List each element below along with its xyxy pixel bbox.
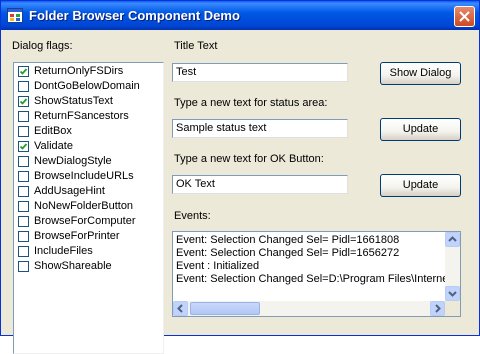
chevron-down-icon xyxy=(448,291,457,297)
checkbox[interactable] xyxy=(18,246,29,257)
event-line: Event: Selection Changed Sel=D:\Program … xyxy=(176,273,449,285)
ok-text-input[interactable]: OK Text xyxy=(172,175,348,194)
scroll-right-button[interactable] xyxy=(430,301,445,316)
horizontal-scroll-thumb[interactable] xyxy=(190,302,260,315)
checkmark-icon xyxy=(19,143,28,150)
update-status-button[interactable]: Update xyxy=(380,118,461,141)
checkbox[interactable] xyxy=(18,231,29,242)
window-icon xyxy=(7,8,23,23)
checkbox[interactable] xyxy=(18,156,29,167)
events-vertical-scrollbar[interactable] xyxy=(445,232,460,301)
checkbox[interactable] xyxy=(18,261,29,272)
flag-label: DontGoBelowDomain xyxy=(34,80,140,92)
checkbox[interactable] xyxy=(18,171,29,182)
scroll-down-button[interactable] xyxy=(445,286,460,301)
chevron-left-icon xyxy=(177,304,183,313)
flag-label: IncludeFiles xyxy=(34,245,93,257)
dialog-flags-label: Dialog flags: xyxy=(12,40,73,52)
flag-label: NewDialogStyle xyxy=(34,155,112,167)
flag-label: BrowseIncludeURLs xyxy=(34,170,134,182)
title-text-label: Title Text xyxy=(174,40,218,52)
title-bar[interactable]: Folder Browser Component Demo xyxy=(1,1,479,30)
app-window: Folder Browser Component Demo Dialog fla… xyxy=(0,0,480,354)
checkbox-checked[interactable] xyxy=(18,96,29,107)
flag-label: ShowShareable xyxy=(34,260,112,272)
flag-label: EditBox xyxy=(34,125,72,137)
status-text-label: Type a new text for status area: xyxy=(174,97,328,109)
checkbox[interactable] xyxy=(18,81,29,92)
close-icon xyxy=(459,11,470,22)
events-label: Events: xyxy=(174,210,211,222)
status-text-input[interactable]: Sample status text xyxy=(172,119,348,138)
flag-label: NoNewFolderButton xyxy=(34,200,134,212)
client-area: Dialog flags: ReturnOnlyFSDirs DontGoBelo… xyxy=(4,30,476,354)
flag-label: Validate xyxy=(34,140,73,152)
flag-label: ReturnOnlyFSDirs xyxy=(34,65,124,77)
checkbox[interactable] xyxy=(18,126,29,137)
flag-label: BrowseForPrinter xyxy=(34,230,120,242)
scroll-up-button[interactable] xyxy=(445,232,460,247)
close-button[interactable] xyxy=(454,6,475,27)
checkbox[interactable] xyxy=(18,186,29,197)
checkbox-checked[interactable] xyxy=(18,141,29,152)
ok-text-label: Type a new text for OK Button: xyxy=(174,153,324,165)
checkbox[interactable] xyxy=(18,111,29,122)
checkbox[interactable] xyxy=(18,216,29,227)
flag-label: BrowseForComputer xyxy=(34,215,136,227)
events-log[interactable]: Event: Selection Changed Sel= Pidl=16618… xyxy=(172,231,461,317)
dialog-flags-list[interactable]: ReturnOnlyFSDirs DontGoBelowDomain ShowSta… xyxy=(13,62,164,354)
events-horizontal-scrollbar[interactable] xyxy=(173,301,445,316)
checkbox[interactable] xyxy=(18,201,29,212)
event-line: Event: Selection Changed Sel= Pidl=16562… xyxy=(176,247,400,259)
window-title: Folder Browser Component Demo xyxy=(29,8,240,23)
scroll-left-button[interactable] xyxy=(173,301,188,316)
flag-label: ReturnFSancestors xyxy=(34,110,129,122)
checkmark-icon xyxy=(19,68,28,75)
checkbox-checked[interactable] xyxy=(18,66,29,77)
title-text-input[interactable]: Test xyxy=(172,63,348,82)
update-ok-button[interactable]: Update xyxy=(380,174,461,197)
event-line: Event: Selection Changed Sel= Pidl=16618… xyxy=(176,234,400,246)
flag-label: ShowStatusText xyxy=(34,95,113,107)
show-dialog-button[interactable]: Show Dialog xyxy=(380,62,461,85)
checkmark-icon xyxy=(19,98,28,105)
event-line: Event : Initialized xyxy=(176,260,260,272)
scrollbar-corner xyxy=(445,301,460,316)
chevron-up-icon xyxy=(448,236,457,242)
flag-label: AddUsageHint xyxy=(34,185,105,197)
chevron-right-icon xyxy=(435,304,441,313)
